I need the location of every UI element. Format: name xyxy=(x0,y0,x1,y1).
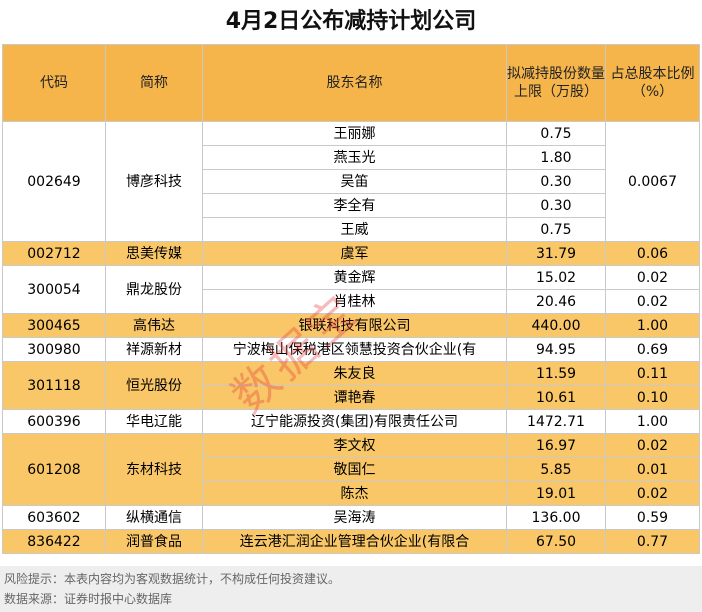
shares-cell: 10.61 xyxy=(506,385,606,410)
shares-cell: 15.02 xyxy=(506,265,606,290)
shares-cell: 0.30 xyxy=(506,193,606,218)
source-note: 数据来源：证券时报中心数据库 xyxy=(4,592,173,606)
holder-name-cell: 陈杰 xyxy=(202,481,507,506)
table-row: 300054 鼎龙股份 黄金辉 15.02 0.02 xyxy=(2,265,700,314)
header-holder: 股东名称 xyxy=(202,44,507,122)
ratio-cell: 0.10 xyxy=(605,385,700,410)
stock-code-cell: 301118 xyxy=(2,361,106,410)
stock-name-cell: 润普食品 xyxy=(105,529,203,554)
table-header-row: 代码 简称 股东名称 拟减持股份数量上限（万股） 占总股本比例（%） xyxy=(2,44,700,122)
shares-cell: 16.97 xyxy=(506,433,606,458)
holder-name-cell: 李文权 xyxy=(202,433,507,458)
shares-cell: 1.80 xyxy=(506,145,606,170)
shares-cell: 20.46 xyxy=(506,289,606,314)
holder-name-cell: 肖桂林 xyxy=(202,289,507,314)
stock-code-cell: 603602 xyxy=(2,505,106,530)
ratio-cell: 0.02 xyxy=(605,289,700,314)
stock-code-cell: 300980 xyxy=(2,337,106,362)
holder-name-cell: 李全有 xyxy=(202,193,507,218)
shares-cell: 1472.71 xyxy=(506,409,606,434)
stock-name-cell: 华电辽能 xyxy=(105,409,203,434)
stock-code-cell: 300465 xyxy=(2,313,106,338)
table-row: 601208 东材科技 李文权 16.97 0.02 xyxy=(2,433,700,506)
shares-cell: 67.50 xyxy=(506,529,606,554)
ratio-cell: 0.02 xyxy=(605,433,700,458)
shares-cell: 0.75 xyxy=(506,121,606,146)
reduction-plan-table: 代码 简称 股东名称 拟减持股份数量上限（万股） 占总股本比例（%） 00264… xyxy=(2,44,700,554)
page-title: 4月2日公布减持计划公司 xyxy=(225,9,477,34)
ratio-cell: 1.00 xyxy=(605,409,700,434)
holder-name-cell: 黄金辉 xyxy=(202,265,507,290)
shares-cell: 94.95 xyxy=(506,337,606,362)
table-body: 002649 博彦科技 王丽娜 0.75 0.0067 燕玉光 1.80 吴笛 0.30 李全有 0… xyxy=(2,121,700,554)
ratio-cell: 0.06 xyxy=(605,241,700,266)
shares-cell: 440.00 xyxy=(506,313,606,338)
stock-code-cell: 601208 xyxy=(2,433,106,506)
header-shares: 拟减持股份数量上限（万股） xyxy=(506,44,606,122)
stock-code-cell: 002712 xyxy=(2,241,106,266)
holder-name-cell: 宁波梅山保税港区领慧投资合伙企业(有 xyxy=(202,337,507,362)
shares-cell: 31.79 xyxy=(506,241,606,266)
shares-cell: 5.85 xyxy=(506,457,606,482)
holder-name-cell: 连云港汇润企业管理合伙企业(有限合 xyxy=(202,529,507,554)
holder-name-cell: 吴海涛 xyxy=(202,505,507,530)
shares-cell: 11.59 xyxy=(506,361,606,386)
stock-code-cell: 300054 xyxy=(2,265,106,314)
shares-cell: 0.30 xyxy=(506,169,606,194)
stock-name-cell: 思美传媒 xyxy=(105,241,203,266)
holder-name-cell: 燕玉光 xyxy=(202,145,507,170)
ratio-cell: 0.77 xyxy=(605,529,700,554)
footer: 风险提示：本表内容均为客观数据统计，不构成任何投资建议。 数据来源：证券时报中心… xyxy=(0,566,702,612)
shares-cell: 19.01 xyxy=(506,481,606,506)
stock-name-cell: 祥源新材 xyxy=(105,337,203,362)
table-row: 300980 祥源新材 宁波梅山保税港区领慧投资合伙企业(有 94.95 0.69 xyxy=(2,337,700,362)
stock-name-cell: 纵横通信 xyxy=(105,505,203,530)
shares-cell: 0.75 xyxy=(506,217,606,242)
table-row: 836422 润普食品 连云港汇润企业管理合伙企业(有限合 67.50 0.77 xyxy=(2,529,700,554)
holder-name-cell: 银联科技有限公司 xyxy=(202,313,507,338)
stock-name-cell: 鼎龙股份 xyxy=(105,265,203,314)
table-row: 002712 思美传媒 虞军 31.79 0.06 xyxy=(2,241,700,266)
ratio-cell: 0.11 xyxy=(605,361,700,386)
ratio-cell: 0.59 xyxy=(605,505,700,530)
stock-name-cell: 恒光股份 xyxy=(105,361,203,410)
ratio-cell: 1.00 xyxy=(605,313,700,338)
stock-code-cell: 002649 xyxy=(2,121,106,242)
ratio-cell: 0.02 xyxy=(605,481,700,506)
holder-name-cell: 王威 xyxy=(202,217,507,242)
stock-code-cell: 836422 xyxy=(2,529,106,554)
risk-note: 风险提示：本表内容均为客观数据统计，不构成任何投资建议。 xyxy=(4,572,341,586)
stock-name-cell: 东材科技 xyxy=(105,433,203,506)
ratio-cell: 0.0067 xyxy=(605,121,700,242)
holder-name-cell: 王丽娜 xyxy=(202,121,507,146)
table-row: 300465 高伟达 银联科技有限公司 440.00 1.00 xyxy=(2,313,700,338)
holder-name-cell: 吴笛 xyxy=(202,169,507,194)
ratio-cell: 0.02 xyxy=(605,265,700,290)
header-name: 简称 xyxy=(105,44,203,122)
stock-name-cell: 博彦科技 xyxy=(105,121,203,242)
header-ratio: 占总股本比例（%） xyxy=(605,44,700,122)
table-row: 600396 华电辽能 辽宁能源投资(集团)有限责任公司 1472.71 1.00 xyxy=(2,409,700,434)
ratio-cell: 0.01 xyxy=(605,457,700,482)
holder-name-cell: 朱友良 xyxy=(202,361,507,386)
table-row: 603602 纵横通信 吴海涛 136.00 0.59 xyxy=(2,505,700,530)
shares-cell: 136.00 xyxy=(506,505,606,530)
header-code: 代码 xyxy=(2,44,106,122)
holder-name-cell: 辽宁能源投资(集团)有限责任公司 xyxy=(202,409,507,434)
stock-name-cell: 高伟达 xyxy=(105,313,203,338)
ratio-cell: 0.69 xyxy=(605,337,700,362)
table-row: 301118 恒光股份 朱友良 11.59 0.11 xyxy=(2,361,700,410)
holder-name-cell: 虞军 xyxy=(202,241,507,266)
table-row: 002649 博彦科技 王丽娜 0.75 0.0067 xyxy=(2,121,700,242)
holder-name-cell: 谭艳春 xyxy=(202,385,507,410)
stock-code-cell: 600396 xyxy=(2,409,106,434)
holder-name-cell: 敬国仁 xyxy=(202,457,507,482)
